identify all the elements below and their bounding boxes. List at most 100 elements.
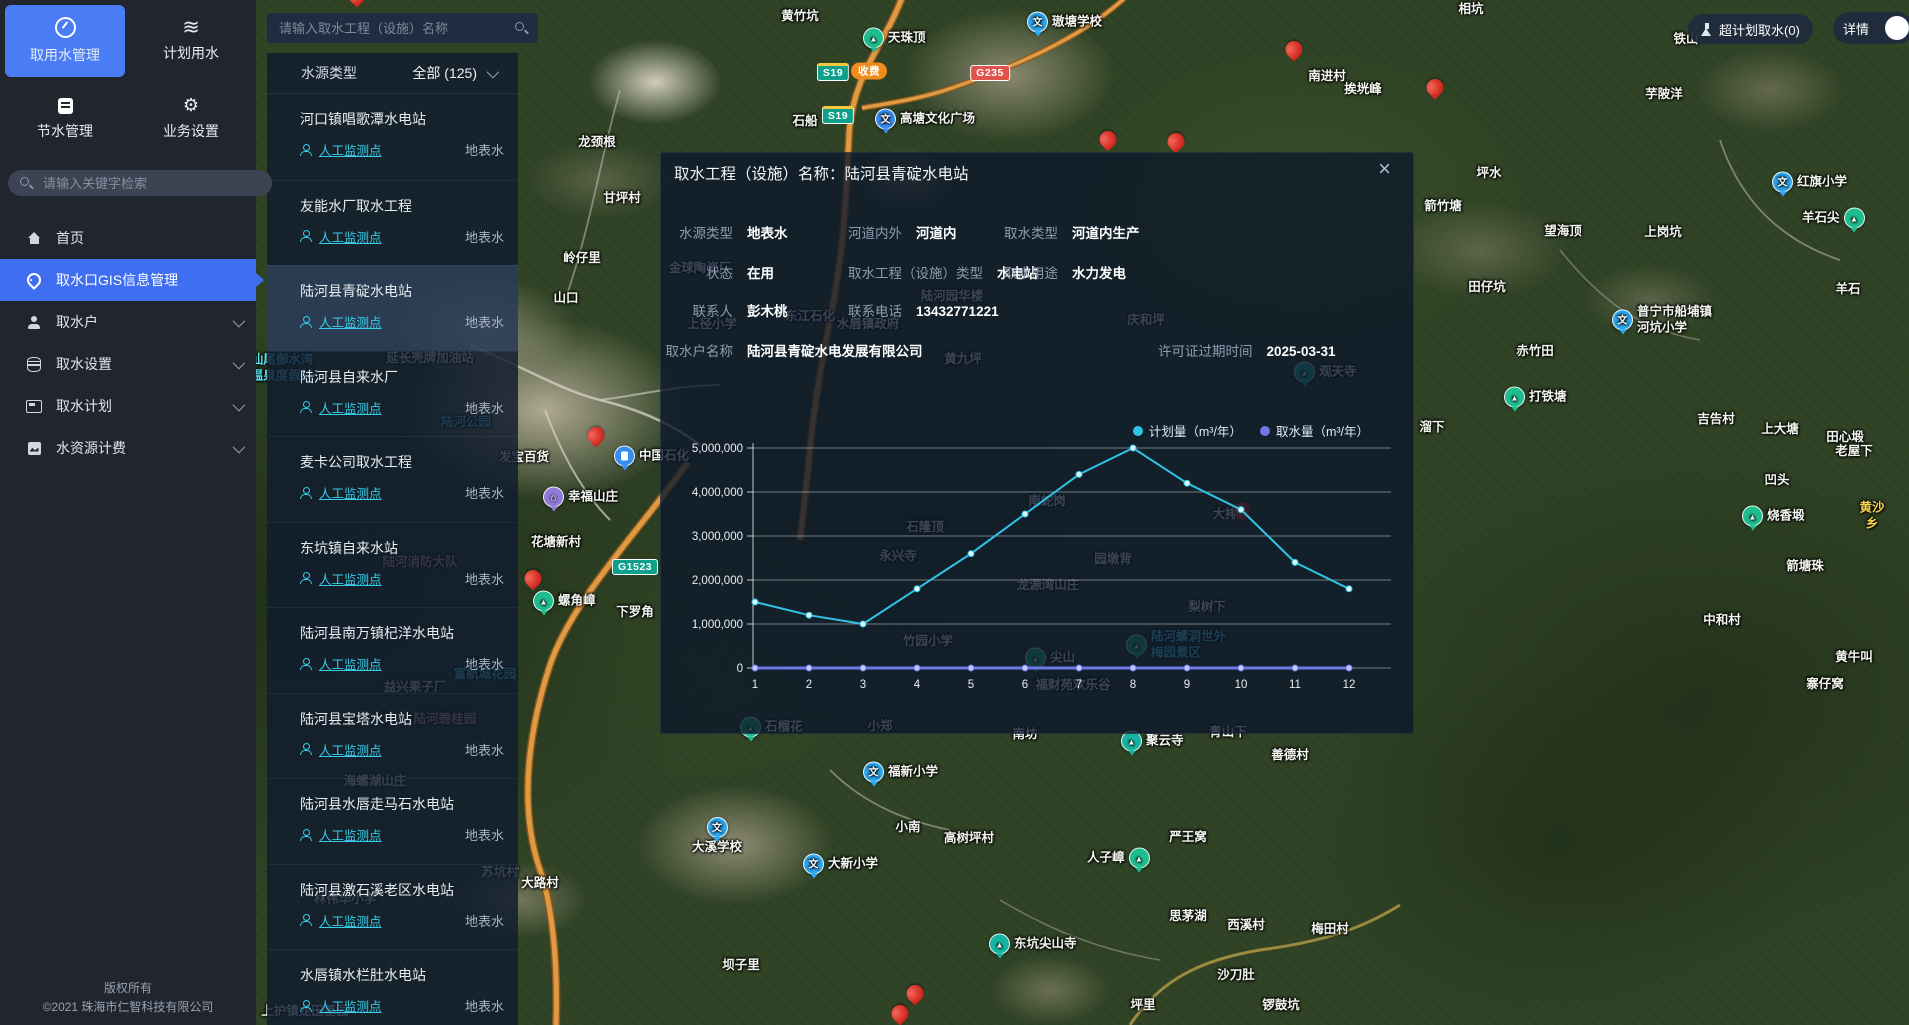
toggle-knob[interactable] (1885, 16, 1909, 40)
module-label: 计划用水 (163, 43, 219, 63)
sidebar-item-取水计划[interactable]: 取水计划 (0, 385, 256, 427)
sidebar-item-取水户[interactable]: 取水户 (0, 301, 256, 343)
map-label-text: 田仔坑 (1468, 280, 1506, 296)
map-poi[interactable]: 烧香塅 (1742, 506, 1805, 527)
chart-legend: 计划量（m³/年） 取水量（m³/年） (1133, 421, 1369, 440)
svg-text:1,000,000: 1,000,000 (692, 619, 743, 631)
water-source-type: 地表水 (465, 996, 504, 1015)
map-label-text: 聚云寺 (1146, 733, 1184, 749)
map-place-label: 箭竹塘 (1424, 199, 1462, 215)
station-search[interactable] (267, 13, 538, 43)
person-icon (300, 230, 312, 242)
legend-item[interactable]: 计划量（m³/年） (1133, 421, 1242, 440)
station-item[interactable]: 陆河县南万镇杞洋水电站人工监测点地表水 (267, 607, 518, 693)
overplan-intake-button[interactable]: 超计划取水(0) (1688, 14, 1813, 44)
map-poi[interactable]: 大溪学校 (692, 817, 742, 856)
source-type-filter[interactable]: 水源类型 全部 (125) (267, 53, 518, 94)
field-value: 陆河县青碇水电发展有限公司 (747, 344, 923, 359)
red-pin-marker[interactable] (903, 981, 927, 1005)
copyright: 版权所有 ©2021 珠海市仁智科技有限公司 (0, 979, 256, 1017)
sidebar-search-input[interactable] (41, 175, 260, 192)
close-icon[interactable]: × (1372, 155, 1397, 183)
station-name: 河口镇唱歌潭水电站 (300, 109, 504, 129)
school-marker-icon (863, 762, 884, 783)
red-pin-marker[interactable] (1282, 37, 1306, 61)
station-item[interactable]: 河口镇唱歌潭水电站人工监测点地表水 (267, 94, 518, 180)
station-item[interactable]: 陆河县自来水厂人工监测点地表水 (267, 351, 518, 437)
map-poi[interactable]: 高塘文化广场 (875, 109, 975, 130)
module-节水管理[interactable]: 节水管理 (5, 83, 125, 155)
station-item[interactable]: 友能水厂取水工程人工监测点地表水 (267, 180, 518, 266)
sidebar-item-水资源计费[interactable]: 水资源计费 (0, 427, 256, 469)
sidebar-search[interactable] (8, 170, 272, 196)
map-poi[interactable]: 螺角嶂 (533, 591, 596, 612)
svg-text:3: 3 (860, 679, 866, 691)
station-item[interactable]: 陆河县青碇水电站人工监测点地表水 (267, 265, 518, 351)
red-pin-marker[interactable] (888, 1001, 912, 1025)
station-item[interactable]: 陆河县水唇走马石水电站人工监测点地表水 (267, 778, 518, 864)
map-place-label: 下罗角 (616, 605, 654, 621)
sidebar-item-首页[interactable]: 首页 (0, 217, 256, 259)
map-label-text: 箭塘珠 (1786, 559, 1824, 575)
station-item[interactable]: 麦卡公司取水工程人工监测点地表水 (267, 436, 518, 522)
map-poi[interactable]: 人子嶂 (1087, 848, 1150, 869)
map-place-label: 溜下 (1419, 420, 1444, 436)
module-取用水管理[interactable]: 取用水管理 (5, 5, 125, 77)
map-place-label: 赤竹田 (1516, 344, 1554, 360)
map-poi[interactable]: 福新小学 (863, 762, 938, 783)
map-poi[interactable]: 红旗小学 (1772, 172, 1847, 193)
map-label-text: 高树坪村 (944, 831, 994, 847)
modal-title: 取水工程（设施）名称：陆河县青碇水电站 (674, 162, 969, 184)
map-label-text: 石船 (792, 114, 817, 130)
map-poi[interactable]: 普宁市船埔镇 河坑小学 (1612, 304, 1712, 335)
station-subrow: 人工监测点地表水 (300, 312, 504, 331)
station-search-input[interactable] (277, 20, 507, 37)
flask-icon (1701, 23, 1712, 36)
field-联系电话: 联系电话13432771221 (848, 300, 999, 320)
field-水源类型: 水源类型地表水 (663, 222, 788, 242)
monitor-type: 人工监测点 (319, 312, 382, 331)
map-poi[interactable]: 打铁塘 (1504, 387, 1567, 408)
person-icon (300, 829, 312, 841)
sidebar-item-取水口GIS信息管理[interactable]: 取水口GIS信息管理 (0, 259, 256, 301)
module-计划用水[interactable]: ≋计划用水 (131, 5, 251, 77)
map-label-text: 善德村 (1271, 748, 1309, 764)
map-label-text: 螺角嶂 (558, 593, 596, 609)
field-value: 河道内 (916, 226, 957, 241)
road-shield-S19: S19 (822, 106, 854, 124)
database-icon (25, 357, 43, 372)
map-poi[interactable]: 天珠顶 (863, 28, 926, 49)
red-pin-marker[interactable] (584, 423, 608, 447)
station-item[interactable]: 陆河县宝塔水电站人工监测点地表水 (267, 693, 518, 779)
station-item[interactable]: 东坑镇自来水站人工监测点地表水 (267, 522, 518, 608)
map-label-text: 坪里 (1130, 998, 1155, 1014)
plan-vs-intake-chart: 01,000,0002,000,0003,000,0004,000,0005,0… (671, 441, 1411, 697)
red-pin-marker[interactable] (1423, 75, 1447, 99)
sidebar-item-取水设置[interactable]: 取水设置 (0, 343, 256, 385)
map-poi[interactable]: 璈塘学校 (1027, 12, 1102, 33)
station-list-body: 水源类型 全部 (125) 河口镇唱歌潭水电站人工监测点地表水友能水厂取水工程人… (267, 53, 518, 1025)
detail-toggle[interactable]: 详情 (1833, 12, 1909, 44)
water-source-type: 地表水 (465, 227, 504, 246)
station-item[interactable]: 水唇镇水栏肚水电站人工监测点地表水 (267, 949, 518, 1025)
map-poi[interactable]: 羊石尖 (1802, 208, 1865, 229)
map-place-label: 锣鼓坑 (1262, 998, 1300, 1014)
red-pin-marker[interactable] (1096, 127, 1120, 151)
map-poi[interactable]: 大新小学 (803, 854, 878, 875)
map-label-text: 吉告村 (1697, 412, 1735, 428)
station-item[interactable]: 陆河县激石溪老区水电站人工监测点地表水 (267, 864, 518, 950)
map-place-label: 中和村 (1703, 613, 1741, 629)
red-pin-marker[interactable] (1164, 129, 1188, 153)
monitor-type: 人工监测点 (319, 483, 382, 502)
person-icon (300, 144, 312, 156)
sidebar-item-label: 取水设置 (56, 354, 112, 374)
map-poi[interactable]: 东坑尖山寺 (989, 934, 1077, 955)
map-poi[interactable]: 幸福山庄 (543, 487, 618, 508)
module-业务设置[interactable]: ⚙业务设置 (131, 83, 251, 155)
map-label-text: 坝子里 (722, 958, 760, 974)
station-name: 水唇镇水栏肚水电站 (300, 965, 504, 985)
field-value: 水力发电 (1072, 266, 1126, 281)
school-marker-icon (803, 854, 824, 875)
monitor-type: 人工监测点 (319, 140, 382, 159)
legend-item[interactable]: 取水量（m³/年） (1260, 421, 1369, 440)
